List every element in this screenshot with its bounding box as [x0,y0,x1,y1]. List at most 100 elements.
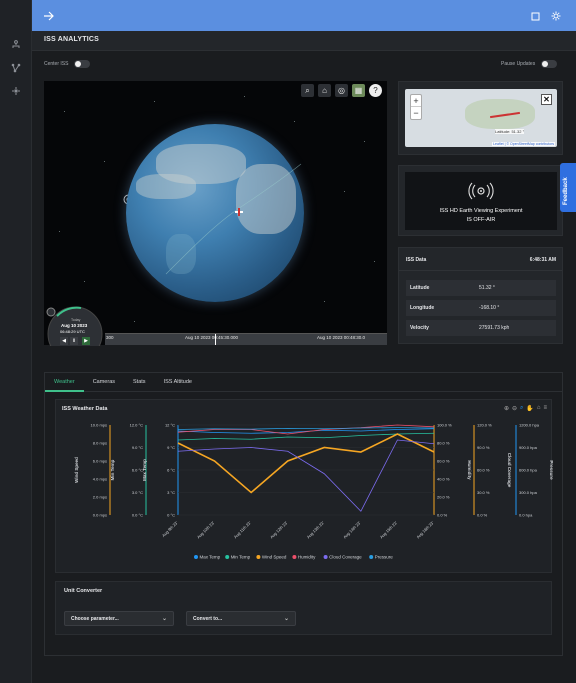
axis-tick-label: 20.0 % [437,495,450,500]
iss-marker-icon[interactable] [234,204,244,216]
chevron-down-icon: ⌄ [283,616,289,622]
tab-cameras[interactable]: Cameras [84,373,124,392]
iss-row-longitude: Longitude -168.10 ° [406,300,556,316]
center-iss-toggle-row: Center ISS [44,60,91,68]
feedback-button[interactable]: Feedback [560,163,576,212]
collapse-arrow-icon[interactable] [42,9,56,23]
legend-label: Max Temp [200,555,221,560]
unit-converter-title: Unit Converter [64,588,103,594]
axis-tick-label: 40.0 % [437,477,450,482]
legend-marker [323,555,328,559]
row-key: Latitude [410,285,430,291]
axis-tick-label: 12.0 °C [130,423,143,428]
legend-marker [256,555,261,559]
axis-tick-label: 2.0 mps [93,495,107,500]
theme-sun-icon[interactable] [549,9,563,23]
clock-today: Today [71,318,81,322]
x-tick-label: Aug 10th 23' [196,520,215,539]
row-value: -168.10 ° [479,305,500,311]
timeline-tick: 300 [106,335,114,340]
legend-marker [225,555,230,559]
legend-label: Min Temp [231,555,251,560]
parameter-select[interactable]: Choose parameter... ⌄ [64,611,174,626]
map-attribution[interactable]: Leaflet | © OpenStreetMap contributors [492,142,555,146]
top-bar [32,0,576,31]
legend-marker [292,555,297,559]
clock-date: Aug 10 2023 [61,323,88,328]
x-tick-label: Aug 16th 23' [415,520,434,539]
clock-time: 06:48:29 UTC [60,329,85,334]
axis-tick-label: 0.0 mps [93,513,107,518]
axis-tick-label: 0 °C [167,513,175,518]
imagery-picker-icon[interactable]: ▦ [352,84,365,97]
axis-tick-label: 12 °C [165,423,175,428]
row-key: Velocity [410,325,429,331]
help-icon[interactable]: ? [369,84,382,97]
globe-icon[interactable]: ◎ [335,84,348,97]
mini-map[interactable]: + − ✕ Latitude: 51.32 ° Leaflet | © Open… [405,89,557,147]
x-tick-label: Aug 13th 23' [306,520,325,539]
tab-stats[interactable]: Stats [124,373,155,392]
zoom-controls: + − [410,94,422,120]
pause-button[interactable]: Ⅱ [70,337,78,345]
axis-tick-label: 0.0 % [437,513,448,518]
axis-tick-label: 3 °C [167,490,175,495]
search-icon[interactable]: ⌕ [301,84,314,97]
row-key: Longitude [410,305,435,311]
axis-tick-label: 0.0 hpa [519,513,533,518]
center-iss-label: Center ISS [44,61,69,67]
parameter-select-value: Choose parameter... [71,616,119,622]
map-close-icon[interactable]: ✕ [541,94,552,105]
tab-weather[interactable]: Weather [45,373,84,392]
stream-title: ISS HD Earth Viewing Experiment [439,208,523,214]
axis-title: Cloud Coverage [507,453,512,488]
legend-label: Pressure [375,555,394,560]
weather-chart-card: ISS Weather Data ⊕ ⊖ ⌕ ✋ ⌂ ≡ 10.0 mps 8.0… [55,399,553,574]
timeline-marker[interactable] [215,334,216,345]
home-icon[interactable]: ⌂ [318,84,331,97]
pause-updates-switch[interactable] [541,60,558,68]
tab-iss-altitude[interactable]: ISS Altitude [155,373,201,392]
map-card: + − ✕ Latitude: 51.32 ° Leaflet | © Open… [398,81,563,155]
earth-globe[interactable] [126,124,304,302]
play-button[interactable]: ▶ [82,337,90,345]
axis-tick-label: 300.0 hpa [519,490,538,495]
zoom-out-button[interactable]: − [411,107,421,119]
iss-data-time: 6:48:31 AM [529,257,556,263]
axis-tick-label: 3.0 °C [132,490,143,495]
animation-clock[interactable]: Aug 10 2023 06:48:29 UTC Today ◀ Ⅱ ▶ [45,304,105,362]
org-chart-icon[interactable] [9,38,23,52]
axis-tick-label: 6.0 mps [93,459,107,464]
axis-title: Max Temp [142,459,147,481]
network-icon[interactable] [9,61,23,75]
convert-select-value: Convert to... [193,616,223,622]
sidebar [0,0,32,683]
iss-data-header: ISS Data 6:48:31 AM [406,257,556,263]
map-coord-label: Latitude: 51.32 ° [495,129,525,134]
analytics-panel: Weather Cameras Stats ISS Altitude ISS W… [44,372,563,656]
axis-tick-label: 0.0 % [477,513,488,518]
unit-converter-card: Unit Converter Choose parameter... ⌄ Con… [55,581,552,635]
axis-tick-label: 8.0 mps [93,441,107,446]
zoom-in-button[interactable]: + [411,95,421,107]
rewind-button[interactable]: ◀ [60,337,68,345]
fullscreen-icon[interactable] [528,9,542,23]
live-stream-card: ISS HD Earth Viewing Experiment IS OFF-A… [398,165,563,236]
convert-to-select[interactable]: Convert to... ⌄ [186,611,296,626]
satellite-icon[interactable] [9,84,23,98]
legend-label: Cloud Coverage [329,555,362,560]
axis-title: Min Temp [110,459,115,480]
legend-label: Humidity [298,555,316,560]
timeline-tick: Aug 10 2023 00:45:30.000 [185,335,239,340]
center-iss-switch[interactable] [74,60,91,68]
weather-chart[interactable]: 10.0 mps 8.0 mps 6.0 mps 4.0 mps 2.0 mps 0.0 … [56,400,553,574]
stream-status: IS OFF-AIR [466,217,496,223]
timeline-bar[interactable]: 300 Aug 10 2023 00:45:30.000 Aug 10 2023… [105,333,387,345]
live-stream-placeholder: ISS HD Earth Viewing Experiment IS OFF-A… [405,172,557,230]
axis-tick-label: 900.0 hpa [519,445,538,450]
axis-tick-label: 9.0 °C [132,445,143,450]
axis-tick-label: 0.0 °C [132,513,143,518]
series-line-cloud-coverage [177,439,435,512]
axis-tick-label: 1200.0 hpa [519,423,540,428]
axis-tick-label: 30.0 % [477,490,490,495]
